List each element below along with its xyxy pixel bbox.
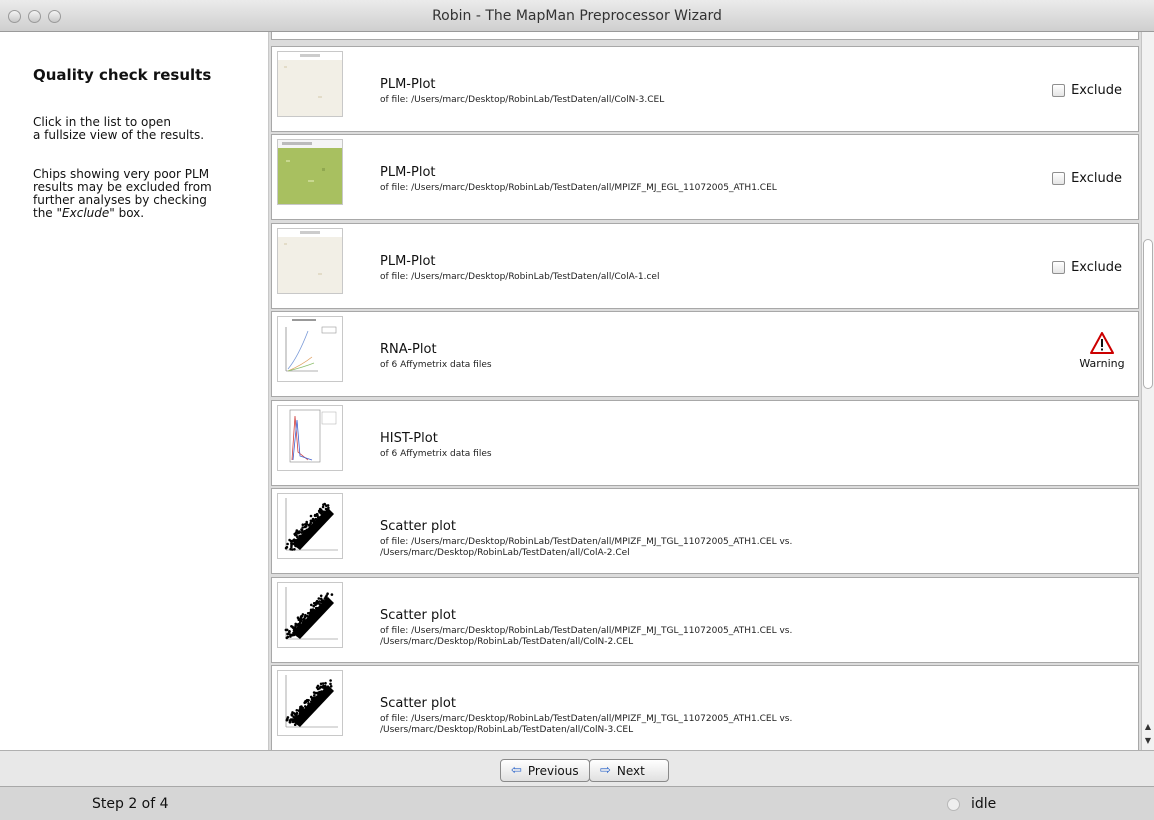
previous-button[interactable]: ⇦ Previous <box>500 759 590 782</box>
left-info-panel: Quality check results Click in the list … <box>0 32 269 750</box>
row-title: HIST-Plot <box>380 431 438 446</box>
exclude-label: Exclude <box>1071 83 1122 98</box>
panel-heading: Quality check results <box>33 66 211 84</box>
arrow-left-icon: ⇦ <box>511 763 522 778</box>
warning-indicator[interactable]: Warning <box>1072 332 1132 370</box>
list-item-partial[interactable] <box>271 32 1139 40</box>
checkbox-box[interactable] <box>1052 84 1065 97</box>
previous-button-label: Previous <box>528 764 579 778</box>
result-row[interactable]: Scatter plot of file: /Users/marc/Desktop… <box>271 488 1139 574</box>
result-row[interactable]: Scatter plot of file: /Users/marc/Desktop… <box>271 577 1139 663</box>
status-text: idle <box>971 796 996 812</box>
result-row[interactable]: PLM-Plot of file: /Users/marc/Desktop/Rob… <box>271 223 1139 309</box>
row-subtitle: of file: /Users/marc/Desktop/RobinLab/Te… <box>380 95 664 106</box>
row-title: Scatter plot <box>380 608 456 623</box>
row-subtitle-line2: /Users/marc/Desktop/RobinLab/TestDaten/a… <box>380 548 630 558</box>
exclude-checkbox[interactable]: Exclude <box>1052 83 1122 98</box>
row-title: RNA-Plot <box>380 342 437 357</box>
plot-thumbnail <box>277 228 343 294</box>
plot-thumbnail <box>277 51 343 117</box>
checkbox-box[interactable] <box>1052 261 1065 274</box>
row-subtitle-line2: /Users/marc/Desktop/RobinLab/TestDaten/a… <box>380 725 633 735</box>
result-row[interactable]: Scatter plot of file: /Users/marc/Desktop… <box>271 665 1139 750</box>
plot-thumbnail <box>277 670 343 736</box>
plot-thumbnail <box>277 139 343 205</box>
result-row[interactable]: PLM-Plot of file: /Users/marc/Desktop/Rob… <box>271 46 1139 132</box>
plot-thumbnail <box>277 582 343 648</box>
exclude-hint-end: box. <box>115 206 144 220</box>
row-title: Scatter plot <box>380 696 456 711</box>
row-subtitle: of 6 Affymetrix data files <box>380 449 492 460</box>
wizard-nav-bar: ⇦ Previous ⇨ Next <box>0 750 1154 786</box>
plot-thumbnail <box>277 493 343 559</box>
warning-triangle-icon <box>1090 332 1114 354</box>
warning-label: Warning <box>1072 357 1132 370</box>
scroll-down-arrow-icon[interactable]: ▼ <box>1142 734 1154 748</box>
row-subtitle-line2: /Users/marc/Desktop/RobinLab/TestDaten/a… <box>380 637 633 647</box>
result-row[interactable]: RNA-Plot of 6 Affymetrix data files Warnin… <box>271 311 1139 397</box>
status-indicator-icon <box>947 798 960 811</box>
row-subtitle: of file: /Users/marc/Desktop/RobinLab/Te… <box>380 626 792 648</box>
plot-thumbnail <box>277 316 343 382</box>
panel-instruction-text: Click in the list to open a fullsize vie… <box>33 116 204 142</box>
row-title: PLM-Plot <box>380 254 436 269</box>
exclude-hint-emphasis: "Exclude" <box>57 206 115 220</box>
row-title: PLM-Plot <box>380 77 436 92</box>
step-indicator: Step 2 of 4 <box>92 796 169 812</box>
scroll-up-arrow-icon[interactable]: ▲ <box>1142 720 1154 734</box>
checkbox-box[interactable] <box>1052 172 1065 185</box>
result-row[interactable]: PLM-Plot of file: /Users/marc/Desktop/Rob… <box>271 134 1139 220</box>
plot-thumbnail <box>277 405 343 471</box>
status-bar: Step 2 of 4 idle <box>0 786 1154 820</box>
window-title: Robin - The MapMan Preprocessor Wizard <box>0 8 1154 24</box>
next-button-label: Next <box>617 764 645 778</box>
row-subtitle: of file: /Users/marc/Desktop/RobinLab/Te… <box>380 183 777 194</box>
result-row[interactable]: HIST-Plot of 6 Affymetrix data files <box>271 400 1139 486</box>
exclude-label: Exclude <box>1071 171 1122 186</box>
arrow-right-icon: ⇨ <box>600 763 611 778</box>
window-titlebar: Robin - The MapMan Preprocessor Wizard <box>0 0 1154 32</box>
results-list[interactable]: PLM-Plot of file: /Users/marc/Desktop/Rob… <box>269 32 1141 750</box>
row-title: Scatter plot <box>380 519 456 534</box>
row-subtitle: of file: /Users/marc/Desktop/RobinLab/Te… <box>380 537 792 559</box>
row-subtitle: of file: /Users/marc/Desktop/RobinLab/Te… <box>380 272 659 283</box>
scrollbar-thumb[interactable] <box>1143 239 1153 389</box>
row-title: PLM-Plot <box>380 165 436 180</box>
row-subtitle: of 6 Affymetrix data files <box>380 360 492 371</box>
panel-exclude-hint: Chips showing very poor PLM results may … <box>33 168 212 220</box>
list-scrollbar[interactable]: ▲ ▼ <box>1141 32 1154 750</box>
next-button[interactable]: ⇨ Next <box>589 759 669 782</box>
exclude-label: Exclude <box>1071 260 1122 275</box>
row-subtitle: of file: /Users/marc/Desktop/RobinLab/Te… <box>380 714 792 736</box>
exclude-checkbox[interactable]: Exclude <box>1052 171 1122 186</box>
exclude-checkbox[interactable]: Exclude <box>1052 260 1122 275</box>
